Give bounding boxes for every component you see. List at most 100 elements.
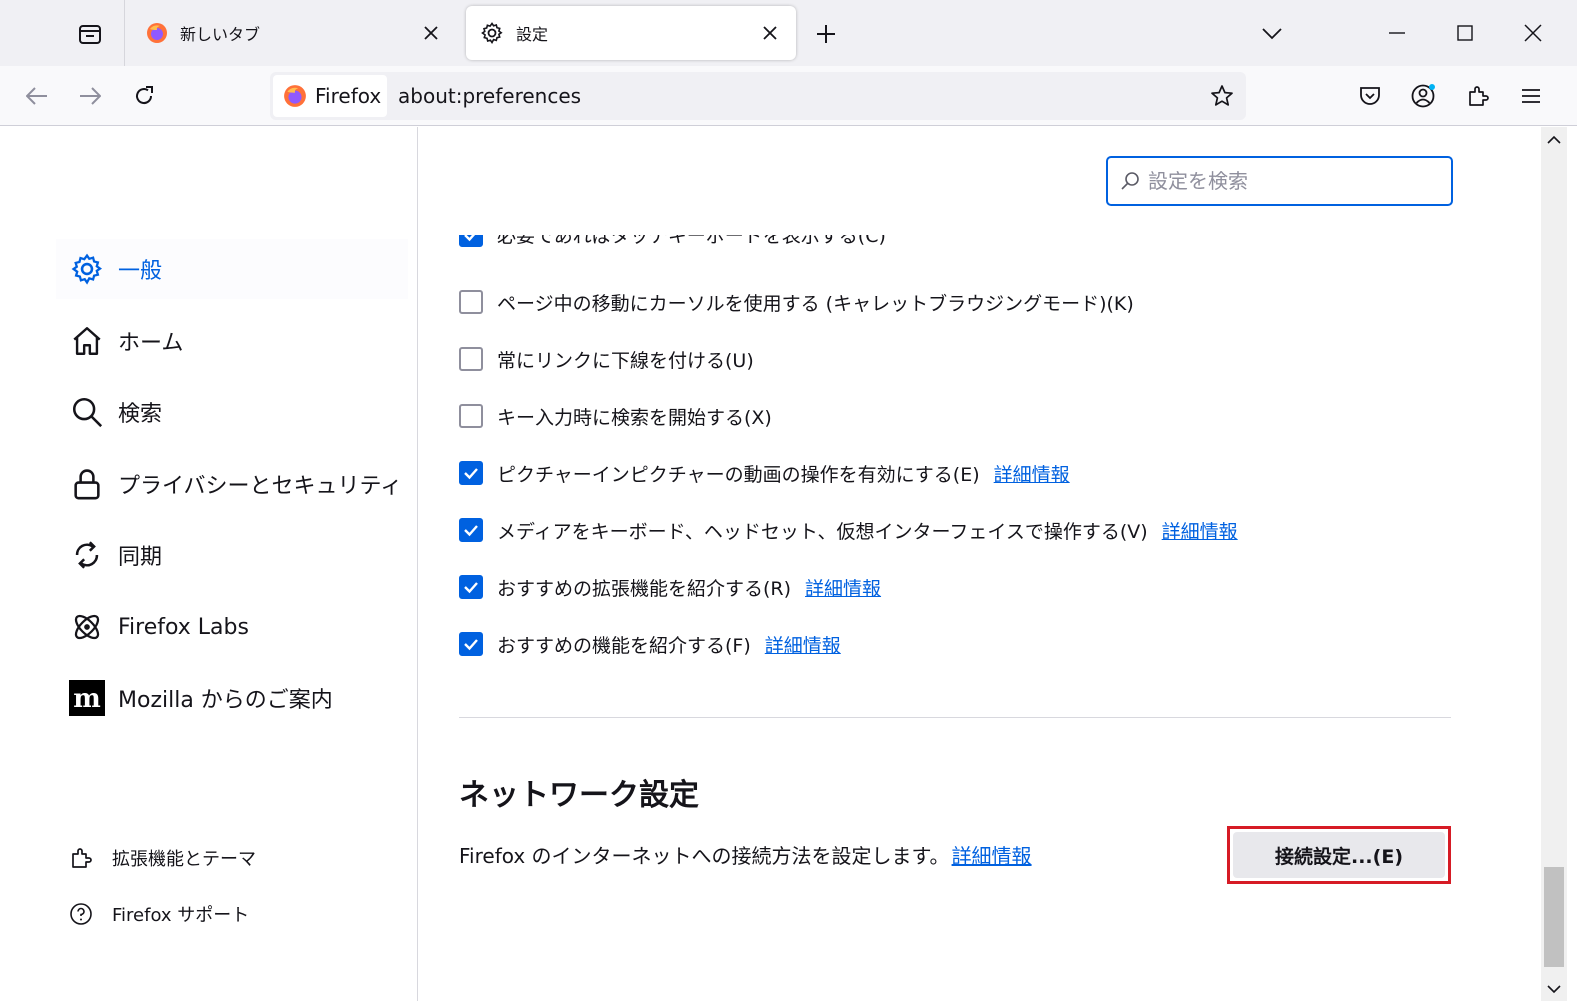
minimize-icon bbox=[1389, 32, 1405, 34]
category-label: 同期 bbox=[118, 545, 163, 570]
plus-icon bbox=[817, 25, 835, 43]
list-all-tabs-button[interactable] bbox=[1252, 14, 1292, 54]
tab-title: 設定 bbox=[516, 25, 549, 44]
back-button[interactable] bbox=[17, 76, 57, 116]
forward-arrow-icon bbox=[80, 87, 101, 105]
option-label: おすすめの拡張機能を紹介する(R) bbox=[497, 577, 792, 600]
connection-settings-highlight: 接続設定...(E) bbox=[1227, 826, 1451, 884]
option-label: ページ中の移動にカーソルを使用する (キャレットブラウジングモード)(K) bbox=[497, 292, 1134, 315]
close-icon bbox=[424, 26, 438, 40]
network-description: Firefox のインターネットへの接続方法を設定します。 詳細情報 bbox=[459, 840, 1032, 869]
close-icon bbox=[763, 26, 777, 40]
learn-more-link[interactable]: 詳細情報 bbox=[952, 844, 1032, 868]
link-extensions-themes[interactable]: 拡張機能とテーマ bbox=[66, 843, 256, 873]
search-icon bbox=[68, 393, 106, 431]
sync-icon bbox=[68, 536, 106, 574]
hamburger-menu-icon bbox=[1522, 89, 1540, 103]
link-firefox-support[interactable]: Firefox サポート bbox=[66, 899, 249, 929]
minimize-button[interactable] bbox=[1364, 0, 1430, 66]
checkbox-checked[interactable] bbox=[459, 632, 483, 656]
category-home[interactable]: ホーム bbox=[56, 311, 408, 371]
option-label: おすすめの機能を紹介する(F) bbox=[497, 634, 751, 657]
account-button[interactable] bbox=[1404, 76, 1444, 116]
category-general[interactable]: 一般 bbox=[56, 239, 408, 299]
scroll-up-button[interactable] bbox=[1541, 127, 1567, 151]
category-label: 検索 bbox=[118, 402, 163, 427]
option-media-control[interactable]: メディアをキーボード、ヘッドセット、仮想インターフェイスで操作する(V) 詳細情… bbox=[459, 515, 1238, 545]
category-label: プライバシーとセキュリティ bbox=[118, 474, 403, 499]
tab-settings[interactable]: 設定 bbox=[466, 6, 796, 60]
checkbox-checked[interactable] bbox=[459, 235, 483, 247]
checkbox-checked[interactable] bbox=[459, 518, 483, 542]
option-touch-keyboard[interactable]: 必要であればタッチキーボードを表示する(C) bbox=[459, 235, 886, 257]
tab-new-tab[interactable]: 新しいタブ bbox=[132, 6, 457, 60]
connection-settings-button[interactable]: 接続設定...(E) bbox=[1233, 832, 1445, 878]
close-tab-button[interactable] bbox=[419, 21, 443, 45]
category-sync[interactable]: 同期 bbox=[56, 525, 408, 585]
option-search-on-type[interactable]: キー入力時に検索を開始する(X) bbox=[459, 401, 772, 431]
url-text[interactable]: about:preferences bbox=[398, 72, 581, 120]
puzzle-icon bbox=[66, 843, 96, 873]
vertical-scrollbar[interactable] bbox=[1541, 127, 1567, 1001]
account-icon bbox=[1411, 84, 1435, 108]
gear-icon bbox=[68, 250, 106, 288]
pocket-button[interactable] bbox=[1350, 76, 1390, 116]
section-divider bbox=[459, 717, 1451, 718]
scroll-down-button[interactable] bbox=[1541, 977, 1567, 1001]
mozilla-logo: m bbox=[68, 679, 106, 717]
category-firefox-labs[interactable]: Firefox Labs bbox=[56, 597, 408, 657]
forward-button[interactable] bbox=[70, 76, 110, 116]
labs-icon bbox=[68, 608, 106, 646]
checkbox-checked[interactable] bbox=[459, 575, 483, 599]
chevron-down-icon bbox=[1547, 984, 1561, 993]
category-label: ホーム bbox=[118, 331, 184, 356]
maximize-icon bbox=[1457, 25, 1473, 41]
extensions-button[interactable] bbox=[1458, 76, 1498, 116]
svg-text:m: m bbox=[73, 684, 101, 714]
home-icon bbox=[68, 322, 106, 360]
help-icon bbox=[66, 899, 96, 929]
checkbox-checked[interactable] bbox=[459, 461, 483, 485]
chevron-up-icon bbox=[1547, 135, 1561, 144]
firefox-logo bbox=[147, 23, 167, 43]
category-search[interactable]: 検索 bbox=[56, 382, 408, 442]
scrollbar-thumb[interactable] bbox=[1544, 867, 1564, 967]
checkbox-unchecked[interactable] bbox=[459, 347, 483, 371]
new-tab-button[interactable] bbox=[806, 14, 846, 54]
category-mozilla[interactable]: m Mozilla からのご案内 bbox=[56, 668, 408, 728]
learn-more-link[interactable]: 詳細情報 bbox=[1162, 517, 1238, 544]
lock-icon bbox=[68, 465, 106, 503]
option-caret-browsing[interactable]: ページ中の移動にカーソルを使用する (キャレットブラウジングモード)(K) bbox=[459, 287, 1134, 317]
search-icon bbox=[1121, 172, 1139, 190]
option-recommend-extensions[interactable]: おすすめの拡張機能を紹介する(R) 詳細情報 bbox=[459, 572, 881, 602]
option-label: キー入力時に検索を開始する(X) bbox=[497, 406, 772, 429]
close-window-button[interactable] bbox=[1500, 0, 1566, 66]
firefox-logo bbox=[284, 85, 306, 107]
learn-more-link[interactable]: 詳細情報 bbox=[805, 574, 881, 601]
nav-bar: Firefox about:preferences bbox=[0, 66, 1577, 126]
search-input[interactable] bbox=[1148, 169, 1438, 193]
option-underline-links[interactable]: 常にリンクに下線を付ける(U) bbox=[459, 344, 754, 374]
checkbox-unchecked[interactable] bbox=[459, 290, 483, 314]
learn-more-link[interactable]: 詳細情報 bbox=[765, 631, 841, 658]
maximize-button[interactable] bbox=[1432, 0, 1498, 66]
bookmark-star-button[interactable] bbox=[1206, 80, 1238, 112]
identity-box[interactable]: Firefox bbox=[273, 75, 387, 117]
categories-sidebar: 一般 ホーム 検索 プライバシーとセキュリティ 同期 Firefox Labs … bbox=[0, 127, 418, 1001]
network-section-title: ネットワーク設定 bbox=[459, 778, 699, 813]
tab-strip: 新しいタブ 設定 bbox=[0, 0, 1577, 66]
url-bar[interactable]: Firefox about:preferences bbox=[270, 72, 1246, 120]
option-pip-controls[interactable]: ピクチャーインピクチャーの動画の操作を有効にする(E) 詳細情報 bbox=[459, 458, 1070, 488]
star-icon bbox=[1211, 85, 1233, 106]
settings-search-box[interactable] bbox=[1106, 156, 1453, 206]
checkbox-unchecked[interactable] bbox=[459, 404, 483, 428]
option-recommend-features[interactable]: おすすめの機能を紹介する(F) 詳細情報 bbox=[459, 629, 841, 659]
reload-button[interactable] bbox=[124, 76, 164, 116]
app-menu-button[interactable] bbox=[1511, 76, 1551, 116]
learn-more-link[interactable]: 詳細情報 bbox=[994, 460, 1070, 487]
firefox-view-button[interactable] bbox=[62, 8, 118, 60]
option-label: 必要であればタッチキーボードを表示する(C) bbox=[497, 235, 886, 247]
category-privacy[interactable]: プライバシーとセキュリティ bbox=[56, 454, 408, 514]
category-label: Firefox Labs bbox=[118, 614, 249, 640]
close-tab-button[interactable] bbox=[758, 21, 782, 45]
